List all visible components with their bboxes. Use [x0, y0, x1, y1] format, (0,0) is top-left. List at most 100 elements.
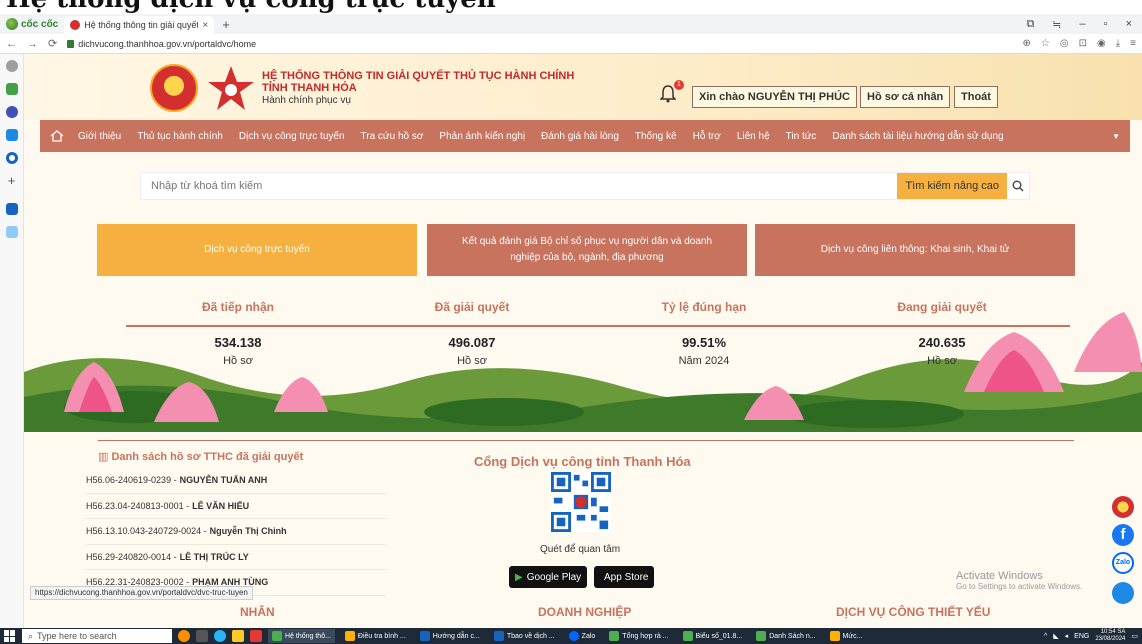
search-lens-icon[interactable] [5, 152, 18, 164]
menu-icon[interactable]: ≡ [1130, 38, 1136, 49]
task-view-icon[interactable] [196, 630, 208, 642]
shield-icon[interactable]: ◎ [1060, 38, 1069, 49]
extensions-icon[interactable]: ⊡ [1079, 38, 1087, 49]
history-icon[interactable] [5, 60, 18, 72]
app-shortcut-icon-2[interactable] [5, 226, 18, 238]
list-item[interactable]: H56.29-240820-0014 - LÊ THỊ TRÚC LY [86, 545, 386, 570]
logout-button[interactable]: Thoát [954, 86, 998, 108]
document-icon[interactable] [5, 129, 18, 141]
file-explorer-icon[interactable] [232, 630, 244, 642]
download-icon[interactable]: ⤓ [1116, 38, 1120, 49]
taskbar-task[interactable]: Tổng hợp rà ... [605, 629, 672, 643]
qr-code-icon[interactable] [551, 472, 611, 532]
nav-item-intro[interactable]: Giới thiệu [70, 131, 129, 142]
stat-resolved-divider [360, 325, 600, 327]
online-services-button[interactable]: Dịch vụ công trực tuyến [97, 224, 417, 276]
window-close-icon[interactable]: × [1126, 18, 1132, 31]
nav-item-online-services[interactable]: Dịch vụ công trực tuyến [231, 131, 353, 142]
maximize-icon[interactable]: ▫ [1104, 18, 1108, 31]
taskbar-clock[interactable]: 10:54 SA 23/08/2024 [1095, 629, 1125, 643]
browser-tab-active[interactable]: Hệ thống thông tin giải quyết × [64, 16, 215, 34]
browser-logo[interactable]: cốc cốc [0, 18, 64, 30]
task-label: Biểu số_01.8... [695, 632, 743, 640]
emblem-float-icon[interactable] [1112, 496, 1134, 518]
reload-icon[interactable]: ⟳ [48, 37, 57, 50]
minimize-icon[interactable]: – [1080, 18, 1086, 31]
tab-close-icon[interactable]: × [202, 20, 208, 31]
search-input[interactable] [141, 180, 898, 192]
back-icon[interactable]: ← [6, 38, 17, 50]
new-tab-icon[interactable]: + [214, 17, 238, 32]
facebook-icon[interactable]: f [1112, 524, 1134, 546]
taskbar-task[interactable]: Hướng dẫn c... [416, 629, 484, 643]
evaluation-results-button[interactable]: Kết quả đánh giá Bộ chỉ số phục vụ người… [427, 224, 747, 276]
url-field[interactable]: dichvucong.thanhhoa.gov.vn/portaldvc/hom… [67, 39, 256, 49]
google-play-button[interactable]: ▶ Google Play [509, 566, 588, 588]
site-subtitle: Hành chính phục vụ [262, 95, 351, 106]
section-essential[interactable]: DỊCH VỤ CÔNG THIẾT YẾU [836, 605, 990, 619]
nav-item-news[interactable]: Tin tức [778, 131, 825, 142]
activate-line1: Activate Windows [956, 570, 1043, 582]
profile-icon[interactable]: ◉ [1097, 38, 1106, 49]
search-icon-button[interactable] [1007, 180, 1029, 192]
taskbar-task[interactable]: Điều tra bình ... [341, 629, 410, 643]
nav-item-procedures[interactable]: Thủ tục hành chính [129, 131, 231, 142]
nav-item-statistics[interactable]: Thống kê [627, 131, 685, 142]
taskbar-task[interactable]: Biểu số_01.8... [679, 629, 747, 643]
taskbar-task[interactable]: Tbao về dịch ... [490, 629, 559, 643]
tray-chevron-icon[interactable]: ^ [1044, 633, 1047, 640]
reader-icon[interactable]: ⧉ [1026, 18, 1034, 31]
app-store-button[interactable]: App Store [594, 566, 655, 588]
address-bar: ← → ⟳ dichvucong.thanhhoa.gov.vn/portald… [0, 34, 1142, 54]
google-play-icon: ▶ [515, 571, 523, 583]
bookmark-star-icon[interactable]: ☆ [1041, 38, 1050, 49]
site-title[interactable]: HỆ THỐNG THÔNG TIN GIẢI QUYẾT THỦ TỤC HÀ… [262, 70, 574, 106]
taskbar-task[interactable]: Zalo [565, 629, 600, 643]
section-personal[interactable]: NHÂN [240, 605, 275, 619]
messenger-icon[interactable] [5, 106, 18, 118]
add-icon[interactable]: + [6, 174, 18, 187]
forward-icon[interactable]: → [27, 38, 38, 50]
greeting-button[interactable]: Xin chào NGUYỄN THỊ PHÚC [692, 86, 857, 108]
taskbar-task[interactable]: Mức... [826, 629, 867, 643]
task-label: Danh Sách n... [769, 632, 816, 640]
national-emblem-icon[interactable] [150, 64, 198, 112]
chatbot-icon[interactable] [1112, 582, 1134, 604]
nav-item-contact[interactable]: Liên hệ [729, 131, 778, 142]
list-item[interactable]: H56.06-240619-0239 - NGUYỄN TUẤN ANH [86, 468, 386, 494]
url-text: dichvucong.thanhhoa.gov.vn/portaldvc/hom… [78, 38, 257, 49]
list-item[interactable]: H56.23.04-240813-0001 - LÊ VĂN HIẾU [86, 494, 386, 519]
interconnected-services-button[interactable]: Dịch vụ công liên thông: Khai sinh, Khai… [755, 224, 1075, 276]
weather-icon[interactable] [178, 630, 190, 642]
zalo-icon[interactable]: Zalo [1112, 552, 1134, 574]
notifications-icon[interactable]: ▭ [1131, 632, 1138, 640]
input-language[interactable]: ENG [1074, 633, 1089, 640]
edge-icon[interactable] [214, 630, 226, 642]
nav-more-caret-icon[interactable]: ▼ [1112, 132, 1120, 141]
network-icon[interactable]: ◣ [1053, 632, 1058, 640]
volume-icon[interactable]: ◂ [1065, 632, 1069, 640]
taskbar-task-browser[interactable]: Hệ thống thô... [268, 629, 335, 643]
province-star-logo-icon[interactable] [206, 64, 256, 114]
stat-resolved-label: Đã giải quyết [434, 300, 510, 314]
taskbar-task[interactable]: Danh Sách n... [752, 629, 819, 643]
profile-button[interactable]: Hồ sơ cá nhân [860, 86, 951, 108]
advanced-search-button[interactable]: Tìm kiếm nâng cao [897, 173, 1007, 199]
pinned-app-icon[interactable] [250, 630, 262, 642]
nav-item-lookup[interactable]: Tra cứu hồ sơ [353, 131, 432, 142]
ai-icon[interactable] [5, 83, 18, 95]
list-item[interactable]: H56.13.10.043-240729-0024 - Nguyễn Thị Ch… [86, 519, 386, 545]
nav-item-support[interactable]: Hỗ trợ [685, 131, 729, 142]
nav-item-feedback[interactable]: Phản ánh kiến nghị [431, 131, 533, 142]
nav-item-satisfaction[interactable]: Đánh giá hài lòng [533, 131, 627, 142]
google-play-label: Google Play [526, 571, 582, 583]
task-label: Hệ thống thô... [285, 632, 331, 640]
zoom-icon[interactable]: ⊕ [1023, 38, 1031, 49]
sidebar-toggle-icon[interactable]: ≒ [1052, 18, 1061, 31]
taskbar-search[interactable]: ⌕ Type here to search [22, 629, 172, 643]
section-business[interactable]: DOANH NGHIỆP [538, 605, 631, 619]
windows-start-icon[interactable] [4, 630, 16, 642]
nav-item-docs[interactable]: Danh sách tài liệu hướng dẫn sử dụng [824, 131, 1011, 142]
app-shortcut-icon[interactable] [5, 203, 18, 215]
home-icon[interactable] [50, 130, 64, 142]
